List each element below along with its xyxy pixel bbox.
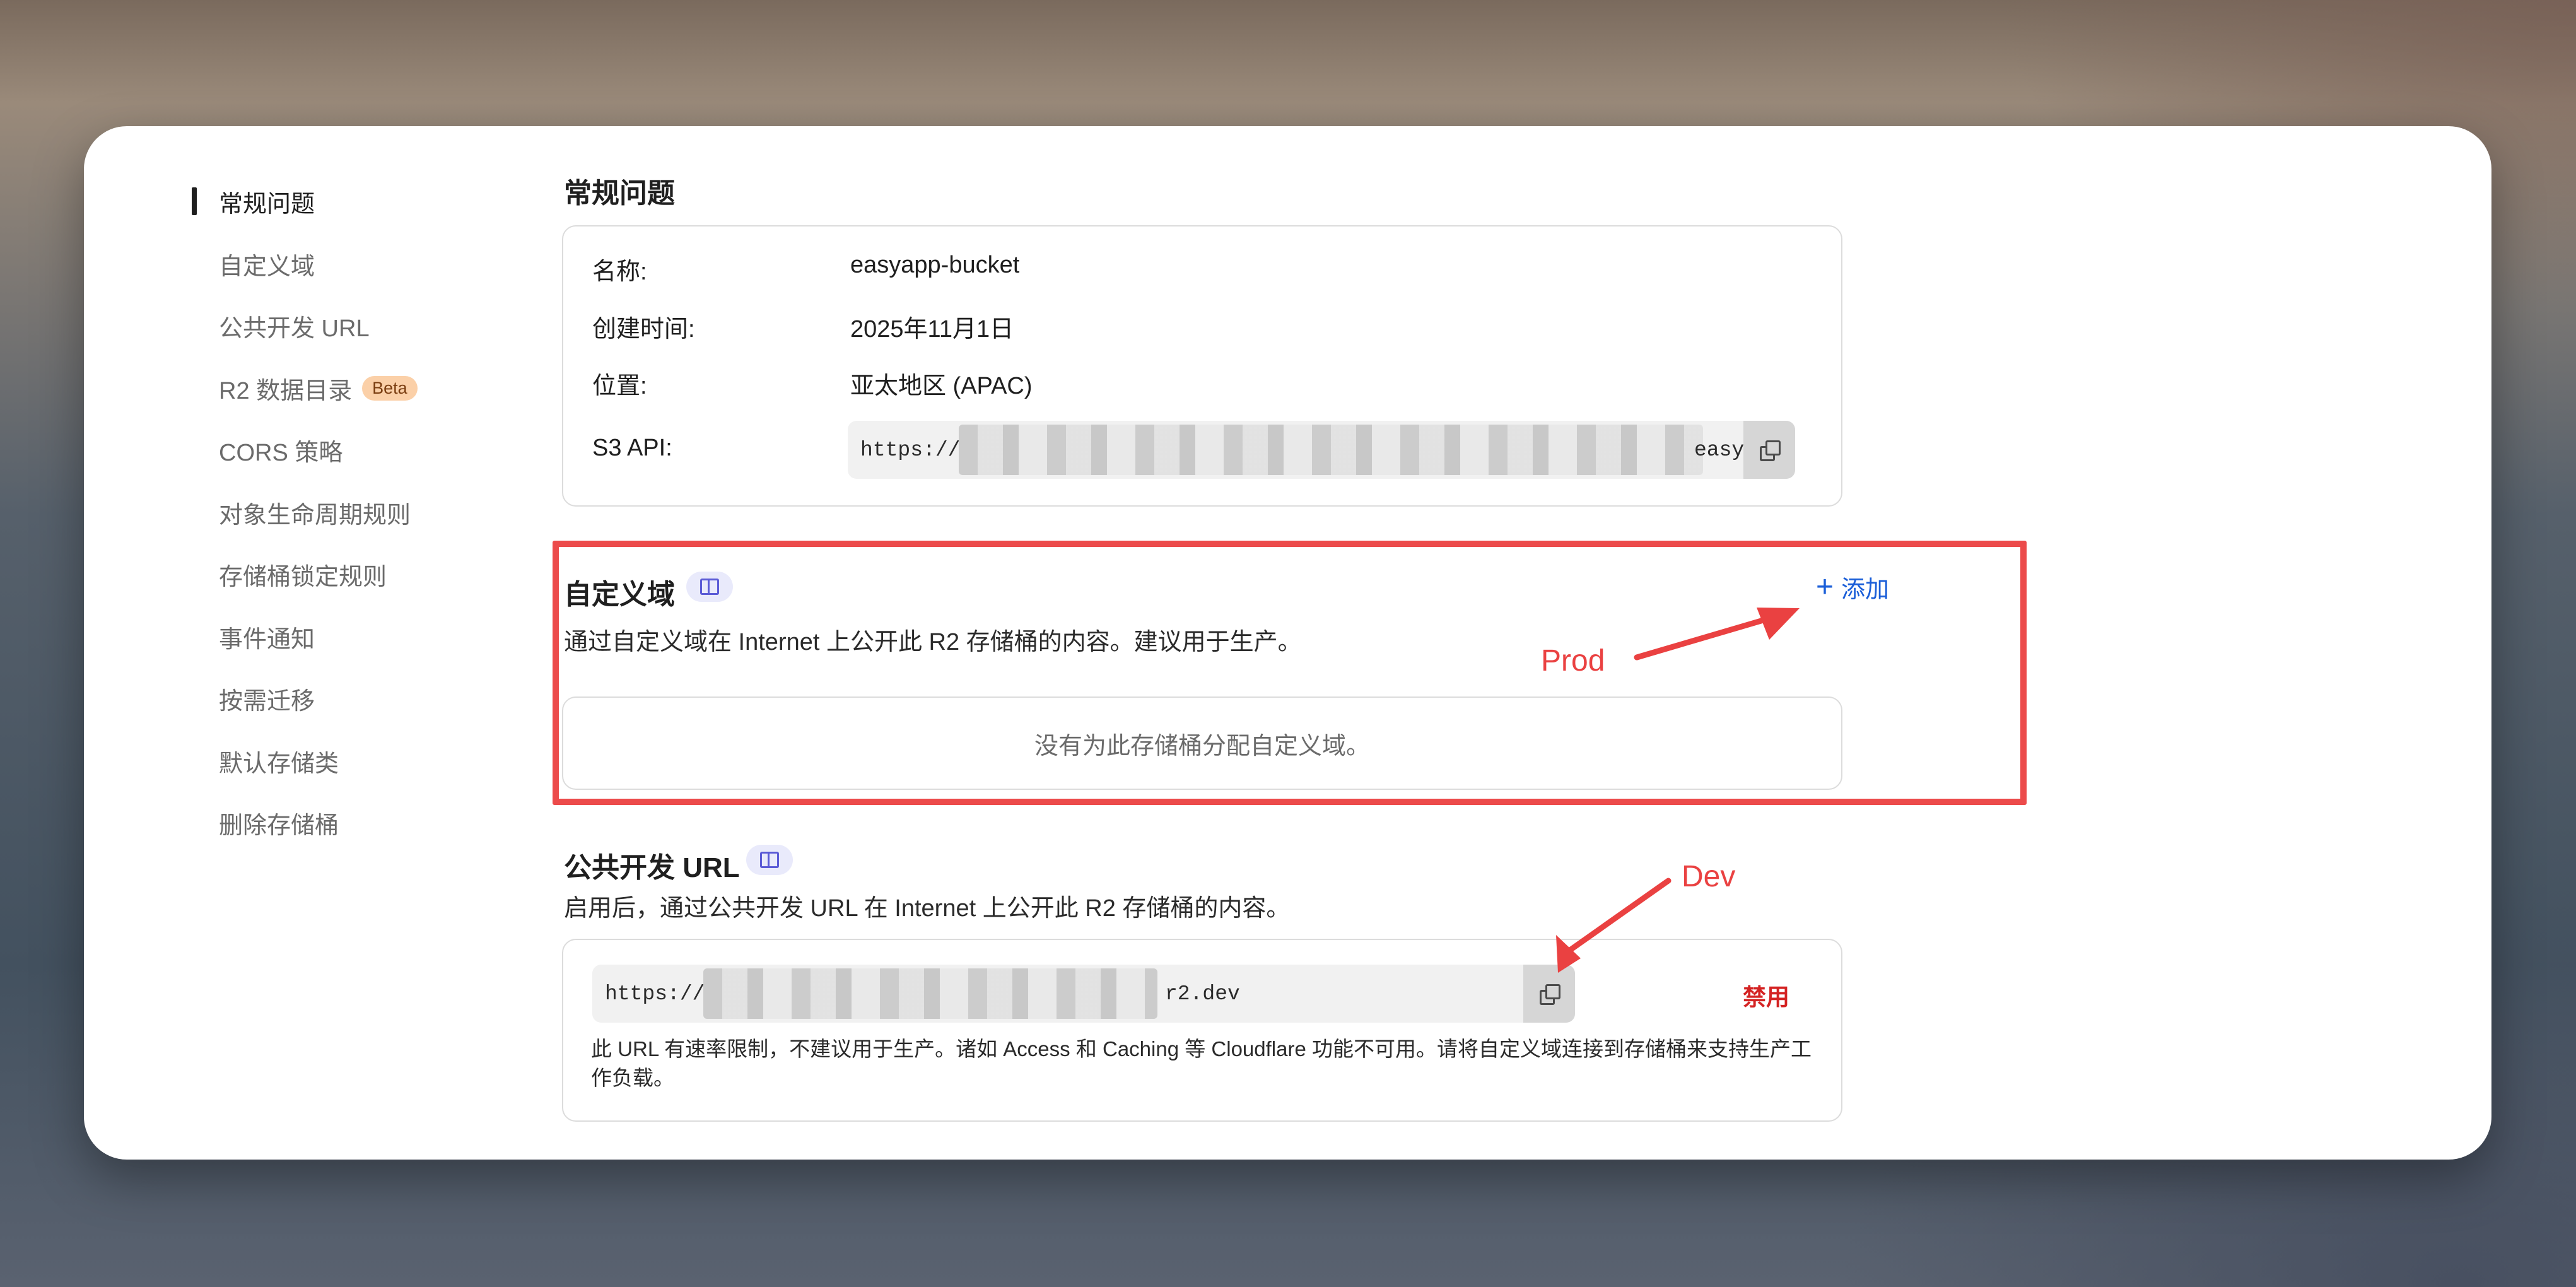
book-icon bbox=[760, 852, 779, 868]
general-info-box: 名称: easyapp-bucket 创建时间: 2025年11月1日 位置: … bbox=[562, 225, 1842, 507]
sidebar-item-label: 自定义域 bbox=[219, 253, 315, 280]
active-indicator bbox=[192, 187, 197, 215]
s3-url-prefix: https:// bbox=[860, 438, 961, 462]
s3-copy-button[interactable] bbox=[1743, 421, 1795, 479]
dev-url-copy-button[interactable] bbox=[1523, 965, 1575, 1023]
public-dev-url-title: 公共开发 URL bbox=[564, 852, 740, 883]
sidebar-item-custom-domain[interactable]: 自定义域 bbox=[219, 245, 315, 283]
plus-icon: + bbox=[1816, 570, 1834, 604]
dev-annotation: Dev bbox=[1682, 860, 1736, 893]
sidebar-item-label: 删除存储桶 bbox=[219, 812, 339, 839]
sidebar-item-lifecycle[interactable]: 对象生命周期规则 bbox=[219, 493, 411, 531]
sidebar-item-label: 默认存储类 bbox=[219, 750, 339, 777]
sidebar-item-label: 对象生命周期规则 bbox=[219, 502, 411, 529]
sidebar-item-storage-class[interactable]: 默认存储类 bbox=[219, 742, 339, 780]
book-icon bbox=[700, 579, 719, 595]
redacted-region bbox=[703, 968, 1157, 1019]
created-label: 创建时间: bbox=[592, 316, 695, 343]
custom-domain-empty-box: 没有为此存储桶分配自定义域。 bbox=[562, 696, 1842, 790]
sidebar-item-delete-bucket[interactable]: 删除存储桶 bbox=[219, 804, 339, 842]
sidebar-item-bucket-lock[interactable]: 存储桶锁定规则 bbox=[219, 555, 387, 593]
sidebar-item-label: R2 数据目录 bbox=[219, 377, 353, 404]
disable-button[interactable]: 禁用 bbox=[1743, 978, 1789, 1012]
custom-domain-title: 自定义域 bbox=[564, 579, 675, 610]
docs-link-icon[interactable] bbox=[746, 845, 793, 875]
public-dev-url-description: 启用后，通过公共开发 URL 在 Internet 上公开此 R2 存储桶的内容… bbox=[564, 895, 1291, 922]
sidebar-item-migration[interactable]: 按需迁移 bbox=[219, 679, 315, 717]
redacted-region bbox=[959, 425, 1703, 475]
copy-icon bbox=[1760, 440, 1781, 461]
add-label: 添加 bbox=[1841, 577, 1890, 603]
created-date: 2025年11月1日 bbox=[850, 316, 1014, 343]
sidebar-item-label: 存储桶锁定规则 bbox=[219, 563, 387, 591]
sidebar-item-cors[interactable]: CORS 策略 bbox=[219, 431, 342, 469]
name-label: 名称: bbox=[592, 259, 647, 285]
add-custom-domain-button[interactable]: + 添加 bbox=[1816, 570, 1889, 604]
dev-url-suffix: r2.dev bbox=[1165, 982, 1240, 1006]
s3-api-label: S3 API: bbox=[592, 435, 672, 461]
bucket-name: easyapp-bucket bbox=[850, 252, 1020, 278]
sidebar-item-label: 事件通知 bbox=[219, 626, 315, 653]
sidebar-item-label: CORS 策略 bbox=[219, 439, 343, 466]
dev-url-prefix: https:// bbox=[605, 982, 705, 1006]
sidebar-item-event-notifications[interactable]: 事件通知 bbox=[219, 618, 315, 655]
empty-state-text: 没有为此存储桶分配自定义域。 bbox=[1034, 732, 1370, 760]
location-value: 亚太地区 (APAC) bbox=[850, 373, 1033, 399]
docs-link-icon[interactable] bbox=[686, 572, 733, 602]
sidebar-item-label: 按需迁移 bbox=[219, 688, 315, 715]
custom-domain-description: 通过自定义域在 Internet 上公开此 R2 存储桶的内容。建议用于生产。 bbox=[564, 629, 1302, 655]
beta-badge: Beta bbox=[362, 375, 418, 401]
dev-url-field[interactable]: https:// r2.dev bbox=[592, 965, 1575, 1023]
general-title: 常规问题 bbox=[564, 178, 675, 209]
sidebar-item-public-dev-url[interactable]: 公共开发 URL bbox=[219, 307, 370, 344]
settings-card: 常规问题 自定义域 公共开发 URL R2 数据目录 Beta CORS 策略 对… bbox=[84, 126, 2491, 1160]
location-label: 位置: bbox=[592, 373, 647, 399]
sidebar-item-label: 常规问题 bbox=[219, 191, 315, 218]
sidebar-item-data-catalog[interactable]: R2 数据目录 Beta bbox=[219, 369, 418, 407]
sidebar-item-label: 公共开发 URL bbox=[219, 315, 370, 342]
copy-icon bbox=[1540, 984, 1560, 1005]
rate-limit-note: 此 URL 有速率限制，不建议用于生产。诸如 Access 和 Caching … bbox=[591, 1037, 1812, 1090]
s3-api-field[interactable]: https:// easya bbox=[848, 421, 1795, 479]
prod-annotation: Prod bbox=[1541, 644, 1605, 678]
sidebar-item-general[interactable]: 常规问题 bbox=[219, 182, 315, 220]
